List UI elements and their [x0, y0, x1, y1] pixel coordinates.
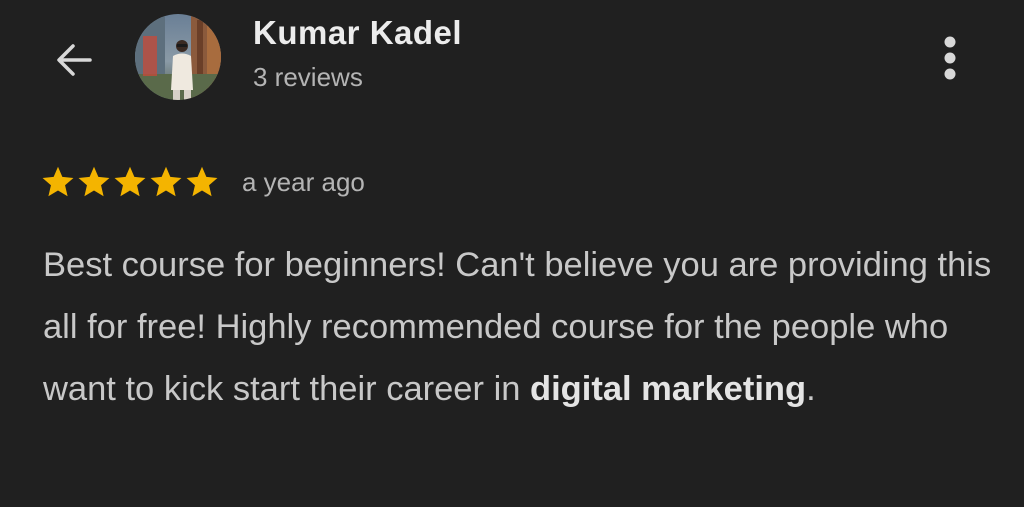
review-text-part-1: Best course for beginners! Can't believe… [43, 246, 992, 408]
back-button[interactable] [46, 32, 102, 88]
arrow-left-icon [57, 44, 92, 76]
review-text: Best course for beginners! Can't believe… [43, 234, 993, 420]
avatar[interactable] [135, 14, 221, 100]
reviewer-name[interactable]: Kumar Kadel [253, 14, 462, 52]
review-text-part-2: . [806, 370, 816, 408]
star-icon [186, 166, 218, 197]
rating-row: a year ago [40, 160, 365, 204]
star-icon [114, 166, 146, 197]
avatar-photo [135, 14, 221, 100]
more-vertical-icon [944, 36, 956, 80]
review-text-emphasis: digital marketing [530, 370, 807, 408]
reviewer-review-count: 3 reviews [253, 62, 363, 92]
star-icon [150, 166, 182, 197]
more-options-button[interactable] [926, 30, 974, 86]
review-detail-screen: Kumar Kadel 3 reviews a year ago Best co… [0, 0, 1024, 507]
star-rating [40, 164, 220, 200]
star-icon [42, 166, 74, 197]
review-date: a year ago [242, 166, 365, 197]
star-icon [78, 166, 110, 197]
